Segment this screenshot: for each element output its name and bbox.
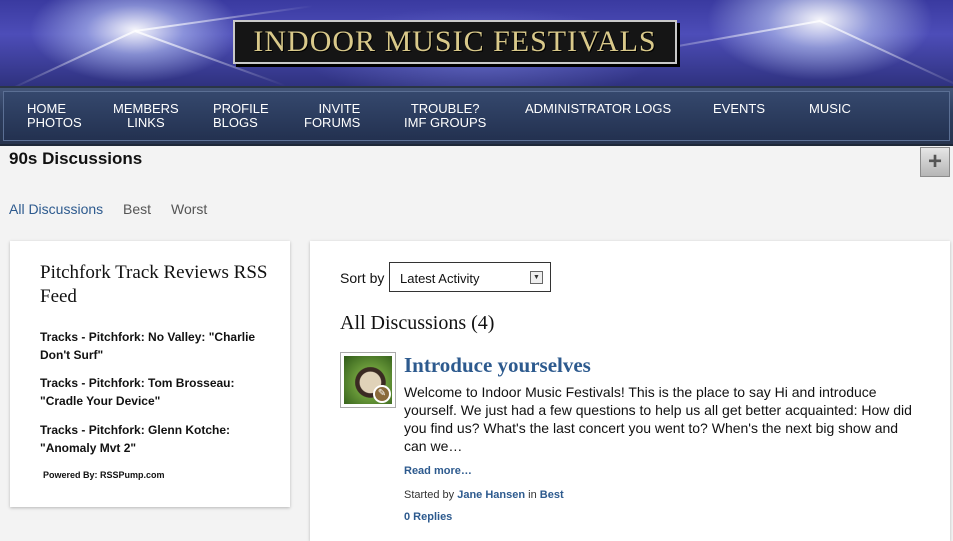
discussion-title-link[interactable]: Introduce yourselves bbox=[404, 353, 591, 378]
nav-label-music[interactable]: MUSIC bbox=[809, 102, 851, 116]
admin-badge-icon: ✎ bbox=[373, 385, 391, 403]
rss-feed-title: Pitchfork Track Reviews RSS Feed bbox=[40, 262, 268, 307]
rss-feed-widget: Pitchfork Track Reviews RSS Feed Tracks … bbox=[10, 241, 290, 507]
nav-label-invite[interactable]: INVITE bbox=[304, 102, 360, 116]
nav-item-invite-forums[interactable]: INVITE FORUMS bbox=[304, 102, 360, 130]
main-navigation: HOME PHOTOS MEMBERS LINKS PROFILE BLOGS … bbox=[0, 86, 953, 146]
rss-feed-item[interactable]: Tracks - Pitchfork: No Valley: "Charlie … bbox=[40, 328, 270, 364]
discussion-excerpt: Welcome to Indoor Music Festivals! This … bbox=[404, 384, 912, 454]
site-logo[interactable]: INDOOR MUSIC FESTIVALS bbox=[233, 20, 677, 64]
banner-light-ray bbox=[7, 30, 136, 86]
nav-label-home[interactable]: HOME bbox=[27, 102, 82, 116]
read-more-link[interactable]: Read more… bbox=[404, 465, 472, 477]
nav-label-members[interactable]: MEMBERS bbox=[113, 102, 179, 116]
nav-label-profile[interactable]: PROFILE bbox=[213, 102, 269, 116]
nav-item-administrator-logs[interactable]: ADMINISTRATOR LOGS bbox=[525, 102, 671, 116]
discussion-meta: Started by Jane Hansen in Best bbox=[404, 489, 564, 501]
nav-label-administrator-logs[interactable]: ADMINISTRATOR LOGS bbox=[525, 102, 671, 116]
nav-label-events[interactable]: EVENTS bbox=[713, 102, 765, 116]
rss-powered-by[interactable]: Powered By: RSSPump.com bbox=[43, 470, 165, 480]
nav-item-trouble-imf-groups[interactable]: TROUBLE? IMF GROUPS bbox=[404, 102, 486, 130]
tab-all-discussions[interactable]: All Discussions bbox=[9, 201, 103, 217]
banner-light-ray bbox=[819, 20, 953, 86]
rss-feed-item[interactable]: Tracks - Pitchfork: Tom Brosseau: "Cradl… bbox=[40, 374, 270, 410]
category-link[interactable]: Best bbox=[540, 489, 564, 501]
nav-label-links[interactable]: LINKS bbox=[113, 116, 179, 130]
site-logo-text: INDOOR MUSIC FESTIVALS bbox=[253, 25, 657, 58]
tab-best[interactable]: Best bbox=[123, 201, 151, 217]
plus-icon: + bbox=[927, 148, 942, 175]
sort-label: Sort by bbox=[340, 270, 385, 286]
nav-label-photos[interactable]: PHOTOS bbox=[27, 116, 82, 130]
discussions-heading: All Discussions (4) bbox=[340, 312, 495, 334]
started-by-text: Started by bbox=[404, 489, 455, 501]
tab-worst[interactable]: Worst bbox=[171, 201, 207, 217]
author-link[interactable]: Jane Hansen bbox=[457, 489, 525, 501]
site-banner: INDOOR MUSIC FESTIVALS bbox=[0, 0, 953, 86]
nav-label-trouble[interactable]: TROUBLE? bbox=[404, 102, 486, 116]
sort-dropdown[interactable]: Latest Activity ▼ bbox=[389, 262, 551, 292]
discussions-panel: Sort by Latest Activity ▼ All Discussion… bbox=[310, 241, 950, 541]
nav-item-music[interactable]: MUSIC bbox=[809, 102, 851, 116]
replies-link[interactable]: 0 Replies bbox=[404, 511, 452, 523]
rss-feed-item[interactable]: Tracks - Pitchfork: Glenn Kotche: "Anoma… bbox=[40, 421, 270, 457]
add-button[interactable]: + bbox=[920, 147, 950, 177]
dropdown-arrow-icon: ▼ bbox=[530, 271, 543, 284]
in-text: in bbox=[528, 489, 537, 501]
nav-item-events[interactable]: EVENTS bbox=[713, 102, 765, 116]
nav-item-home-photos[interactable]: HOME PHOTOS bbox=[27, 102, 82, 130]
sort-dropdown-value: Latest Activity bbox=[400, 271, 480, 286]
nav-label-imf-groups[interactable]: IMF GROUPS bbox=[404, 116, 486, 130]
nav-label-blogs[interactable]: BLOGS bbox=[213, 116, 269, 130]
avatar[interactable]: ✎ bbox=[340, 352, 396, 408]
page-title: 90s Discussions bbox=[9, 149, 143, 168]
nav-label-forums[interactable]: FORUMS bbox=[304, 116, 360, 130]
nav-item-members-links[interactable]: MEMBERS LINKS bbox=[113, 102, 179, 130]
nav-item-profile-blogs[interactable]: PROFILE BLOGS bbox=[213, 102, 269, 130]
